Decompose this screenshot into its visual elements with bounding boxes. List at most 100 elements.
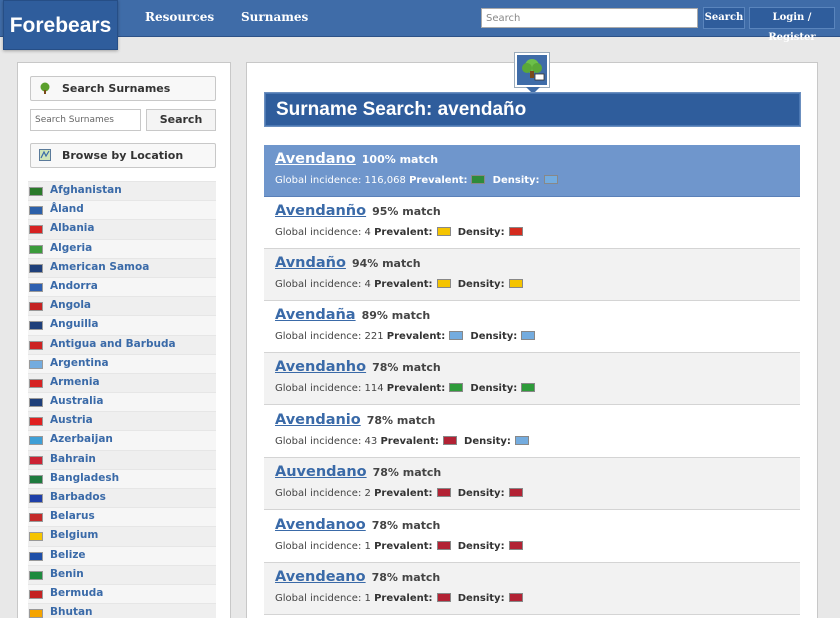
density-flag-icon[interactable] (508, 488, 523, 497)
country-item[interactable]: Bangladesh (28, 468, 216, 488)
density-flag-icon[interactable] (508, 279, 523, 288)
match-percent: 94% match (351, 257, 421, 270)
nav-surnames[interactable]: Surnames (241, 10, 308, 24)
prevalent-label: Prevalent: (374, 593, 433, 604)
prevalent-flag-icon[interactable] (436, 593, 451, 602)
country-item[interactable]: Argentina (28, 353, 216, 373)
country-item[interactable]: Australia (28, 392, 216, 412)
surname-search-button[interactable]: Search (146, 109, 216, 131)
country-item[interactable]: Afghanistan (28, 181, 216, 201)
surname-search-input[interactable] (30, 109, 141, 131)
login-register-button[interactable]: Login / Register (749, 7, 835, 43)
flag-icon (29, 187, 43, 196)
search-surnames-panel[interactable]: Search Surnames (30, 76, 216, 101)
density-flag-icon[interactable] (543, 175, 558, 184)
density-label: Density: (457, 227, 505, 238)
surname-link[interactable]: Avndaño 94% match (275, 255, 421, 271)
country-name: Australia (50, 395, 104, 408)
surname-link[interactable]: Avendanño 95% match (275, 203, 441, 219)
country-item[interactable]: Angola (28, 296, 216, 316)
surname-text: Avendaña (275, 307, 356, 323)
prevalent-label: Prevalent: (374, 488, 433, 499)
site-search-input[interactable] (481, 8, 698, 28)
country-name: Antigua and Barbuda (50, 337, 176, 350)
country-name: Bangladesh (50, 471, 120, 484)
surname-link[interactable]: Avendanoo 78% match (275, 517, 440, 533)
country-item[interactable]: Austria (28, 411, 216, 431)
surname-link[interactable]: Avendano 100% match (275, 151, 438, 167)
prevalent-flag-icon[interactable] (442, 436, 457, 445)
surname-result-row[interactable]: Avendeano 78% match Global incidence: 1 Pr… (264, 563, 800, 615)
surname-link[interactable]: Avendanho 78% match (275, 359, 441, 375)
surname-link[interactable]: Avendanio 78% match (275, 412, 435, 428)
country-item[interactable]: Belgium (28, 526, 216, 546)
density-flag-icon[interactable] (514, 436, 529, 445)
country-item[interactable]: Azerbaijan (28, 430, 216, 450)
density-flag-icon[interactable] (508, 593, 523, 602)
prevalent-flag-icon[interactable] (436, 541, 451, 550)
match-percent: 78% match (372, 466, 442, 479)
country-item[interactable]: Barbados (28, 488, 216, 508)
density-flag-icon[interactable] (521, 331, 536, 340)
browse-by-location-label: Browse by Location (62, 149, 184, 162)
surname-link[interactable]: Auvendano 78% match (275, 464, 441, 480)
country-name: Angola (50, 299, 92, 312)
density-flag-icon[interactable] (508, 227, 523, 236)
country-item[interactable]: American Samoa (28, 257, 216, 277)
match-percent: 89% match (361, 309, 431, 322)
country-item[interactable]: Bermuda (28, 583, 216, 604)
surname-result-row[interactable]: Avendanho 78% match Global incidence: 114 … (264, 353, 800, 405)
site-logo[interactable]: Forebears (3, 0, 118, 50)
country-item[interactable]: Algeria (28, 238, 216, 258)
flag-icon (29, 321, 43, 331)
prevalent-flag-icon[interactable] (449, 383, 464, 392)
incidence-value: 221 (364, 331, 384, 342)
nav-resources[interactable]: Resources (145, 10, 214, 24)
surname-link[interactable]: Avendaña 89% match (275, 307, 430, 323)
flag-icon (29, 282, 43, 292)
result-details: Global incidence: 2 Prevalent: Density: (275, 488, 527, 499)
surname-result-row[interactable]: Avendano 100% match Global incidence: 116,… (264, 145, 800, 197)
prevalent-flag-icon[interactable] (436, 279, 451, 288)
country-item[interactable]: Albania (28, 219, 216, 239)
country-item[interactable]: Armenia (28, 372, 216, 393)
surname-result-row[interactable]: Avendanio 78% match Global incidence: 43 P… (264, 406, 800, 458)
surname-result-row[interactable]: Avendanoo 78% match Global incidence: 1 Pr… (264, 511, 800, 563)
prevalent-label: Prevalent: (386, 383, 446, 394)
density-flag-icon[interactable] (521, 383, 536, 392)
tree-badge (515, 53, 549, 87)
flag-icon (29, 589, 43, 599)
country-item[interactable]: Bahrain (28, 449, 216, 469)
country-name: Azerbaijan (50, 433, 113, 446)
prevalent-flag-icon[interactable] (471, 175, 486, 184)
incidence-value: 116,068 (364, 175, 406, 186)
surname-result-row[interactable]: Avendanño 95% match Global incidence: 4 Pr… (264, 197, 800, 249)
surname-link[interactable]: Avendeano 78% match (275, 569, 440, 585)
prevalent-label: Prevalent: (374, 541, 433, 552)
country-item[interactable]: Belize (28, 545, 216, 565)
surname-result-row[interactable]: Auvendano 78% match Global incidence: 2 Pr… (264, 458, 800, 510)
country-item[interactable]: Benin (28, 564, 216, 584)
density-label: Density: (457, 541, 505, 552)
country-name: Belarus (50, 510, 95, 523)
prevalent-flag-icon[interactable] (449, 331, 464, 340)
incidence-label: Global incidence: (275, 227, 362, 238)
density-flag-icon[interactable] (508, 541, 523, 550)
incidence-value: 4 (364, 279, 371, 290)
country-name: Bahrain (50, 452, 96, 465)
flag-icon (29, 609, 43, 618)
incidence-label: Global incidence: (275, 541, 362, 552)
site-search-button[interactable]: Search (703, 7, 745, 29)
surname-result-row[interactable]: Avndaño 94% match Global incidence: 4 Prev… (264, 249, 800, 301)
country-item[interactable]: Antigua and Barbuda (28, 334, 216, 354)
incidence-value: 2 (364, 488, 371, 499)
surname-result-row[interactable]: Avendaña 89% match Global incidence: 221 P… (264, 301, 800, 353)
country-item[interactable]: Åland (28, 200, 216, 220)
prevalent-flag-icon[interactable] (436, 227, 451, 236)
browse-by-location-panel[interactable]: Browse by Location (30, 143, 216, 168)
country-item[interactable]: Andorra (28, 276, 216, 297)
country-item[interactable]: Anguilla (28, 315, 216, 335)
country-item[interactable]: Bhutan (28, 603, 216, 618)
country-item[interactable]: Belarus (28, 507, 216, 527)
prevalent-flag-icon[interactable] (436, 488, 451, 497)
